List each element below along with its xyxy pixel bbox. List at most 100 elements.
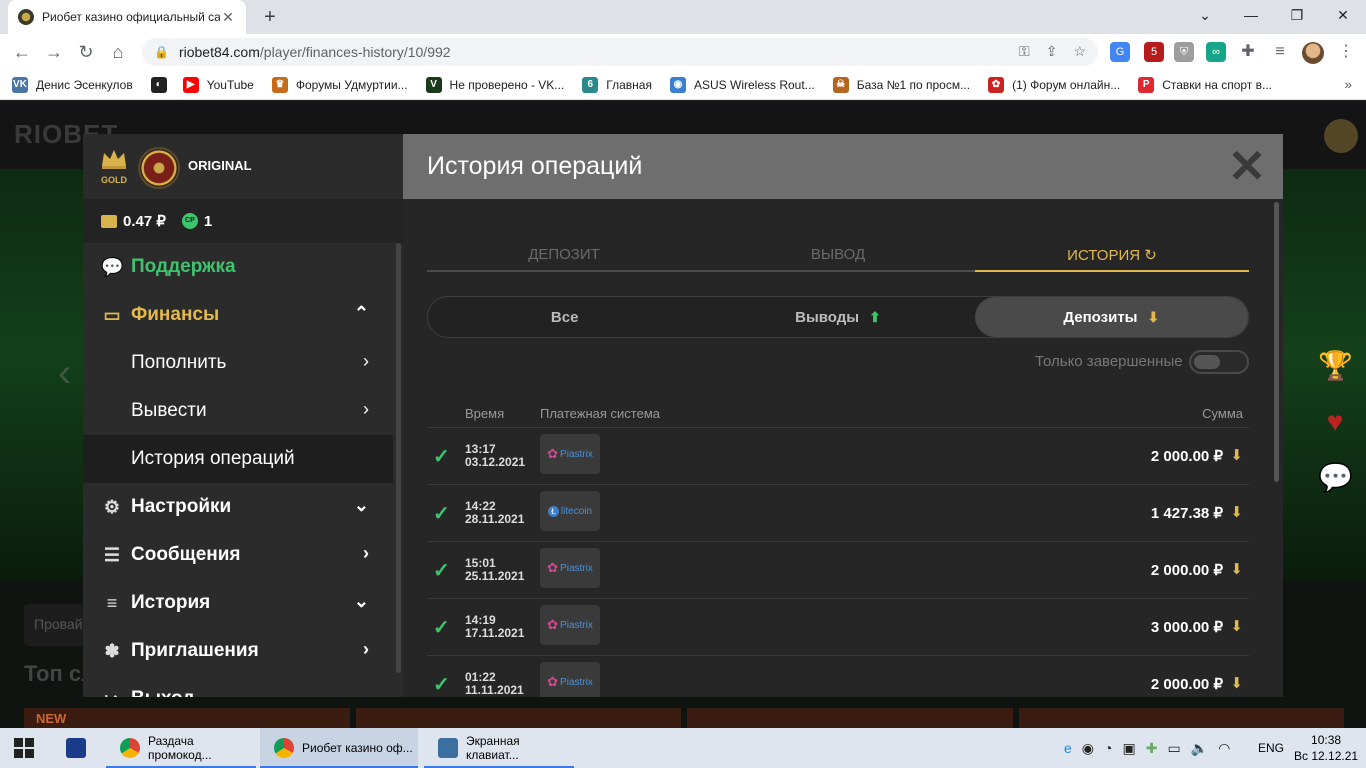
- bookmark-star-icon[interactable]: ☆: [1073, 43, 1086, 60]
- sidebar-item-7[interactable]: ☰ Сообщения ›: [83, 531, 393, 579]
- tab-search-chevron-icon[interactable]: ⌄: [1182, 0, 1228, 30]
- sidebar-item-4[interactable]: Вывести ›: [83, 387, 393, 435]
- clock[interactable]: 10:38 Вс 12.12.21: [1294, 732, 1358, 764]
- support-chat-icon[interactable]: 💬: [1318, 461, 1353, 495]
- bookmark-item[interactable]: ◐: [150, 76, 175, 93]
- bookmark-item[interactable]: ◉ ASUS Wireless Rout...: [669, 76, 815, 93]
- windows-start-icon[interactable]: [14, 738, 34, 758]
- battery-icon[interactable]: ▭: [1167, 740, 1180, 757]
- tab-1[interactable]: ДЕПОЗИТ: [427, 242, 701, 272]
- row-amount: 2 000.00 ₽: [1150, 562, 1223, 579]
- sidebar-item-label: Пополнить: [131, 352, 227, 373]
- tab-3[interactable]: ИСТОРИЯ ↻: [975, 242, 1249, 272]
- crown-icon: [102, 150, 126, 169]
- bookmark-item[interactable]: 6 Главная: [582, 76, 652, 93]
- bookmark-favicon-icon: ◐: [150, 76, 167, 93]
- address-bar[interactable]: 🔒 riobet84.com /player/finances-history/…: [142, 38, 1098, 66]
- sidebar-item-label: Поддержка: [131, 256, 236, 277]
- close-window-button[interactable]: ✕: [1320, 0, 1366, 30]
- filter-1[interactable]: Все: [428, 297, 701, 337]
- payment-system-name: litecoin: [560, 505, 593, 517]
- maximize-button[interactable]: ❐: [1274, 0, 1320, 30]
- bookmark-item[interactable]: ✿ (1) Форум онлайн...: [988, 76, 1120, 93]
- chevron-icon: ⌄: [353, 495, 369, 515]
- close-icon[interactable]: ✕: [1225, 143, 1269, 189]
- payment-system-logo: ✿ Piastrix: [540, 662, 600, 697]
- language-indicator[interactable]: ENG: [1258, 741, 1284, 755]
- profile-avatar[interactable]: [1302, 42, 1324, 64]
- table-row[interactable]: ✓ 14:19 17.11.2021 ✿ Piastrix 3 000.00 ₽ ⬇: [427, 598, 1249, 655]
- sidebar-item-2[interactable]: ▭ Финансы ⌃: [83, 291, 393, 339]
- forward-arrow-icon[interactable]: →: [42, 40, 66, 64]
- column-time: Время: [465, 406, 505, 421]
- only-completed-toggle[interactable]: [1189, 350, 1249, 374]
- system-tray: e ◉ ◔ ▣ ✚ ▭ 🔈 ◠: [1064, 740, 1230, 757]
- sidebar-item-5[interactable]: История операций: [83, 435, 393, 483]
- network-app-icon[interactable]: ◔: [1104, 740, 1112, 757]
- tab-label: ИСТОРИЯ: [1067, 247, 1141, 264]
- type-filter: Все Выводы ⬆ Депозиты ⬇: [427, 296, 1249, 338]
- sidebar-item-1[interactable]: 💬 Поддержка: [83, 243, 393, 291]
- browser-tab[interactable]: Риобет казино официальный са ✕: [8, 0, 246, 34]
- home-icon[interactable]: ⌂: [106, 40, 130, 64]
- vpn-extension-icon[interactable]: ∞: [1206, 42, 1226, 62]
- media-queue-icon[interactable]: ≡: [1270, 42, 1290, 62]
- save-disk-icon[interactable]: [52, 728, 104, 768]
- speaker-icon[interactable]: 🔈: [1191, 740, 1208, 757]
- taskbar-item[interactable]: Риобет казино оф...: [260, 728, 418, 768]
- table-row[interactable]: ✓ 01:22 11.11.2021 ✿ Piastrix 2 000.00 ₽ ⬇: [427, 655, 1249, 697]
- app-tray-icon[interactable]: ✚: [1146, 740, 1158, 757]
- sidebar-item-10[interactable]: ↦ Выход: [83, 675, 393, 697]
- share-icon[interactable]: ⇪: [1046, 43, 1058, 60]
- sidebar-item-6[interactable]: ⚙ Настройки ⌄: [83, 483, 393, 531]
- modal-scrollbar[interactable]: [1274, 202, 1279, 482]
- sidebar-item-9[interactable]: ✽ Приглашения ›: [83, 627, 393, 675]
- extensions-puzzle-icon[interactable]: ✚: [1238, 42, 1258, 62]
- refresh-icon[interactable]: ↻: [1140, 247, 1157, 264]
- bookmark-item[interactable]: ☠ База №1 по просм...: [832, 76, 970, 93]
- bookmark-item[interactable]: ♛ Форумы Удмуртии...: [271, 76, 408, 93]
- reload-icon[interactable]: ↻: [74, 40, 98, 64]
- sidebar-item-3[interactable]: Пополнить ›: [83, 339, 393, 387]
- back-arrow-icon[interactable]: ←: [10, 40, 34, 64]
- balance-value: 0.47 ₽: [123, 213, 166, 230]
- minimize-button[interactable]: —: [1228, 0, 1274, 30]
- tab-label: ВЫВОД: [810, 246, 866, 263]
- taskbar-item[interactable]: Экранная клавиат...: [424, 728, 574, 768]
- bookmark-item[interactable]: ▶ YouTube: [182, 76, 254, 93]
- table-row[interactable]: ✓ 13:17 03.12.2021 ✿ Piastrix 2 000.00 ₽ ⬇: [427, 427, 1249, 484]
- taskbar-item[interactable]: Раздача промокод...: [106, 728, 256, 768]
- new-tab-button[interactable]: +: [258, 5, 282, 29]
- filter-2[interactable]: Выводы ⬆: [701, 297, 974, 337]
- ublock-extension-icon[interactable]: 5: [1144, 42, 1164, 62]
- wifi-icon[interactable]: ◠: [1218, 740, 1230, 757]
- site-menu-icon[interactable]: [1324, 119, 1358, 153]
- bookmark-item[interactable]: V Не проверено - VK...: [425, 76, 564, 93]
- tab-2[interactable]: ВЫВОД: [701, 242, 975, 272]
- edge-icon[interactable]: e: [1064, 740, 1072, 757]
- table-row[interactable]: ✓ 14:22 28.11.2021 Łlitecoin 1 427.38 ₽ ⬇: [427, 484, 1249, 541]
- heart-icon[interactable]: ♥: [1318, 405, 1352, 439]
- hero-prev-arrow-icon[interactable]: ‹: [58, 351, 71, 396]
- monitor-icon[interactable]: ▣: [1122, 740, 1135, 757]
- chrome-menu-icon[interactable]: ⋮: [1336, 42, 1356, 62]
- shield-extension-icon[interactable]: ⛨: [1174, 42, 1194, 62]
- close-tab-icon[interactable]: ✕: [220, 9, 236, 26]
- more-bookmarks-icon[interactable]: »: [1344, 76, 1352, 92]
- chrome-tray-icon[interactable]: ◉: [1082, 740, 1094, 757]
- row-date: 25.11.2021: [465, 569, 525, 583]
- sidebar-menu: 💬 Поддержка ▭ Финансы ⌃ Пополнить › Вывести › Ист…: [83, 243, 393, 697]
- lock-icon[interactable]: 🔒: [154, 45, 169, 59]
- provider-search[interactable]: Провай: [24, 604, 84, 646]
- tab-title: Риобет казино официальный са: [42, 10, 220, 24]
- completed-check-icon: ✓: [433, 446, 450, 468]
- key-icon[interactable]: ⚿: [1019, 43, 1030, 60]
- sidebar-scrollbar[interactable]: [396, 243, 401, 673]
- trophy-icon[interactable]: 🏆: [1318, 349, 1353, 383]
- bookmark-item[interactable]: VK Денис Эсенкулов: [12, 76, 133, 93]
- bookmark-item[interactable]: P Ставки на спорт в...: [1138, 76, 1272, 93]
- translate-extension-icon[interactable]: G: [1110, 42, 1130, 62]
- table-row[interactable]: ✓ 15:01 25.11.2021 ✿ Piastrix 2 000.00 ₽ ⬇: [427, 541, 1249, 598]
- sidebar-item-8[interactable]: ≡ История ⌄: [83, 579, 393, 627]
- filter-3[interactable]: Депозиты ⬇: [974, 297, 1248, 337]
